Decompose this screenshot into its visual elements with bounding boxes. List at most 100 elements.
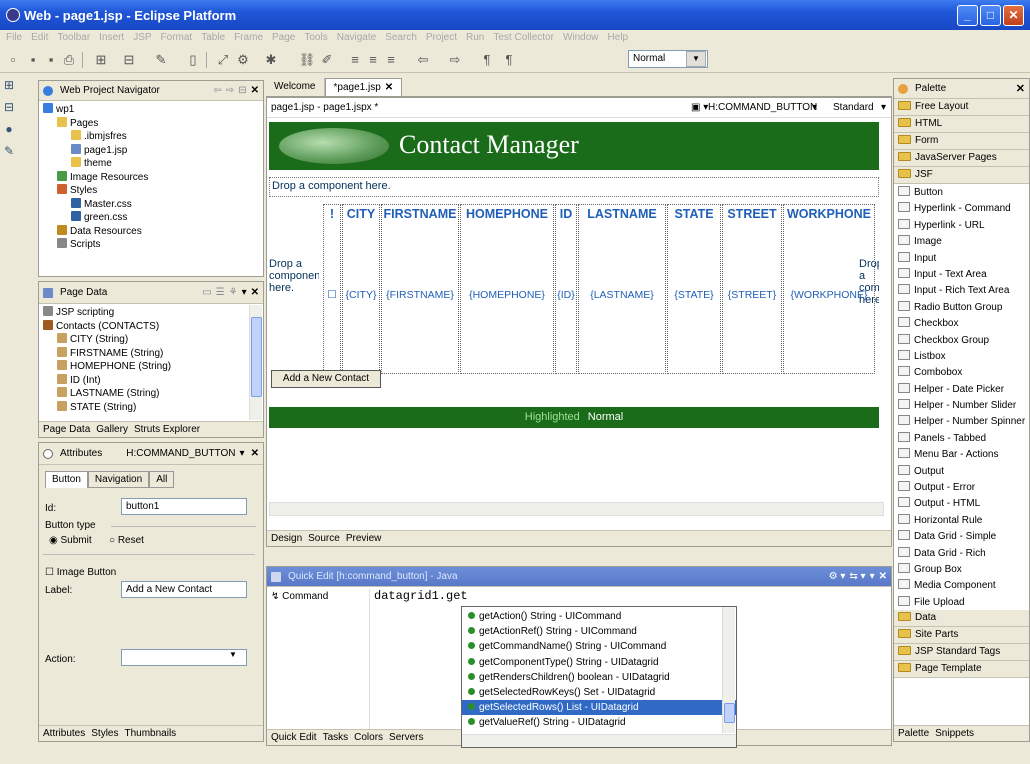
task-icon[interactable]: ▯ [184,51,202,69]
attribute-tab[interactable]: All [149,471,175,488]
palette-item[interactable]: Combobox [894,364,1029,380]
menu-navigate[interactable]: Navigate [337,32,376,47]
close-icon[interactable]: ✕ [251,85,259,96]
chevron-down-icon[interactable]: ▾ [881,102,886,113]
completion-item[interactable]: getValueRef() String - UIDatagrid [462,715,736,730]
data-grid[interactable]: ! ☐ CITY {CITY} FIRSTNAME {FIRSTNAME} HOMEPHON… [323,204,875,374]
design-tab[interactable]: Source [308,533,340,544]
close-button[interactable]: ✕ [1003,5,1024,26]
palette-item[interactable]: Button [894,184,1029,200]
horizontal-scrollbar[interactable] [269,502,884,516]
attribute-tab[interactable]: Navigation [87,471,150,488]
view-tab[interactable]: Page Data [43,424,90,435]
view-tab[interactable]: Styles [91,728,118,739]
palette-item[interactable]: Radio Button Group [894,299,1029,315]
row-checkbox[interactable]: ☐ [324,289,340,301]
tree-item[interactable]: Styles [43,184,263,198]
new-data-icon[interactable]: ⚘ [229,287,238,298]
completion-item[interactable]: getActionRef() String - UICommand [462,624,736,639]
palette-item[interactable]: Data Grid - Rich [894,545,1029,561]
editor-tab[interactable]: Welcome [266,78,325,96]
menu-jsp[interactable]: JSP [133,32,151,47]
id-field[interactable]: button1 [121,498,247,515]
align-left-icon[interactable]: ≡ [346,51,364,69]
palette-item[interactable]: Input - Text Area [894,266,1029,282]
wizard-icon[interactable]: ✎ [152,51,170,69]
palette-drawer[interactable]: Free Layout [894,99,1029,116]
view-tab[interactable]: Snippets [935,728,974,739]
chevron-down-icon[interactable]: ▾ [240,448,245,459]
tool-icon[interactable]: ⚙ ▾ [829,571,846,582]
profile-icon[interactable]: ✱ [262,51,280,69]
view-tab[interactable]: Attributes [43,728,85,739]
palette-drawer[interactable]: Data [894,610,1029,628]
design-tab[interactable]: Design [271,533,302,544]
grid-column[interactable]: WORKPHONE {WORKPHONE} [783,204,875,374]
palette-item[interactable]: Output [894,463,1029,479]
format-icon[interactable]: ¶ [500,51,518,69]
palette-item[interactable]: Horizontal Rule [894,512,1029,528]
list-icon[interactable]: ☰ [216,287,225,298]
component-select[interactable]: H:COMMAND_BUTTON [708,102,817,113]
chevron-down-icon[interactable]: ▼ [686,51,706,67]
chevron-down-icon[interactable]: ▾ [812,102,817,113]
palette-item[interactable]: Checkbox Group [894,332,1029,348]
tree-item[interactable]: Image Resources [43,170,263,185]
grid-column[interactable]: ID {ID} [555,204,577,374]
align-center-icon[interactable]: ≡ [364,51,382,69]
palette-item[interactable]: File Upload [894,594,1029,610]
left-drop-zone[interactable]: Drop a component here. [269,258,319,308]
design-tab[interactable]: Preview [346,533,382,544]
menu-test-collector[interactable]: Test Collector [493,32,554,47]
vertical-scrollbar[interactable] [722,607,735,733]
edit-icon[interactable]: ✎ [1,144,17,160]
minimize-button[interactable]: _ [957,5,978,26]
palette-drawer[interactable]: JavaServer Pages [894,150,1029,167]
palette-drawer[interactable]: JSP Standard Tags [894,644,1029,662]
save-icon[interactable]: ▪ [24,51,42,69]
palette-item[interactable]: Helper - Number Spinner [894,413,1029,429]
menu-format[interactable]: Format [161,32,193,47]
grid-column[interactable]: STATE {STATE} [667,204,721,374]
align-right-icon[interactable]: ≡ [382,51,400,69]
tree-item[interactable]: .ibmjsfres [43,130,263,144]
completion-item[interactable]: getAction() String - UICommand [462,609,736,624]
palette-drawer[interactable]: Site Parts [894,627,1029,645]
tree-item[interactable]: JSP scripting [43,306,263,320]
view-tab[interactable]: Tasks [323,732,349,743]
new-icon[interactable]: ▫ [4,51,22,69]
view-tab[interactable]: Quick Edit [271,732,317,743]
build-icon[interactable]: ⊟ [120,51,138,69]
vertical-scrollbar[interactable] [249,305,262,420]
palette-item[interactable]: Image [894,233,1029,249]
view-tab[interactable]: Thumbnails [124,728,176,739]
palette-item[interactable]: Input [894,250,1029,266]
grid-column[interactable]: LASTNAME {LASTNAME} [578,204,666,374]
page-icon[interactable]: ▣ ▾ [691,102,708,113]
grid-column[interactable]: STREET {STREET} [722,204,782,374]
tree-item[interactable]: Data Resources [43,224,263,239]
palette-drawer[interactable]: Page Template [894,661,1029,679]
attribute-tab[interactable]: Button [45,471,88,488]
menu-run[interactable]: Run [466,32,484,47]
view-tab[interactable]: Colors [354,732,383,743]
menu-file[interactable]: File [6,32,22,47]
tree-item[interactable]: CITY (String) [43,333,263,347]
collapse-icon[interactable]: ⊟ [238,85,246,96]
palette-item[interactable]: Data Grid - Simple [894,528,1029,544]
close-icon[interactable]: ✕ [1016,82,1025,95]
palette-drawer[interactable]: JSF [894,167,1029,184]
view-tab[interactable]: Gallery [96,424,128,435]
close-icon[interactable]: ✕ [879,571,887,582]
print-icon[interactable]: ⎙ [60,51,78,69]
menu-help[interactable]: Help [608,32,629,47]
perspective-icon[interactable]: ⊞ [1,78,17,94]
menu-project[interactable]: Project [426,32,457,47]
reset-radio[interactable]: ○ Reset [109,535,144,546]
palette-item[interactable]: Input - Rich Text Area [894,282,1029,298]
image-button-checkbox[interactable]: ☐ Image Button [45,567,116,578]
debug-icon[interactable]: ⚙ [234,51,252,69]
back-icon[interactable]: ⇦ [213,85,221,96]
tree-item[interactable]: Scripts [43,238,263,252]
tree-item[interactable]: page1.jsp [43,143,263,158]
